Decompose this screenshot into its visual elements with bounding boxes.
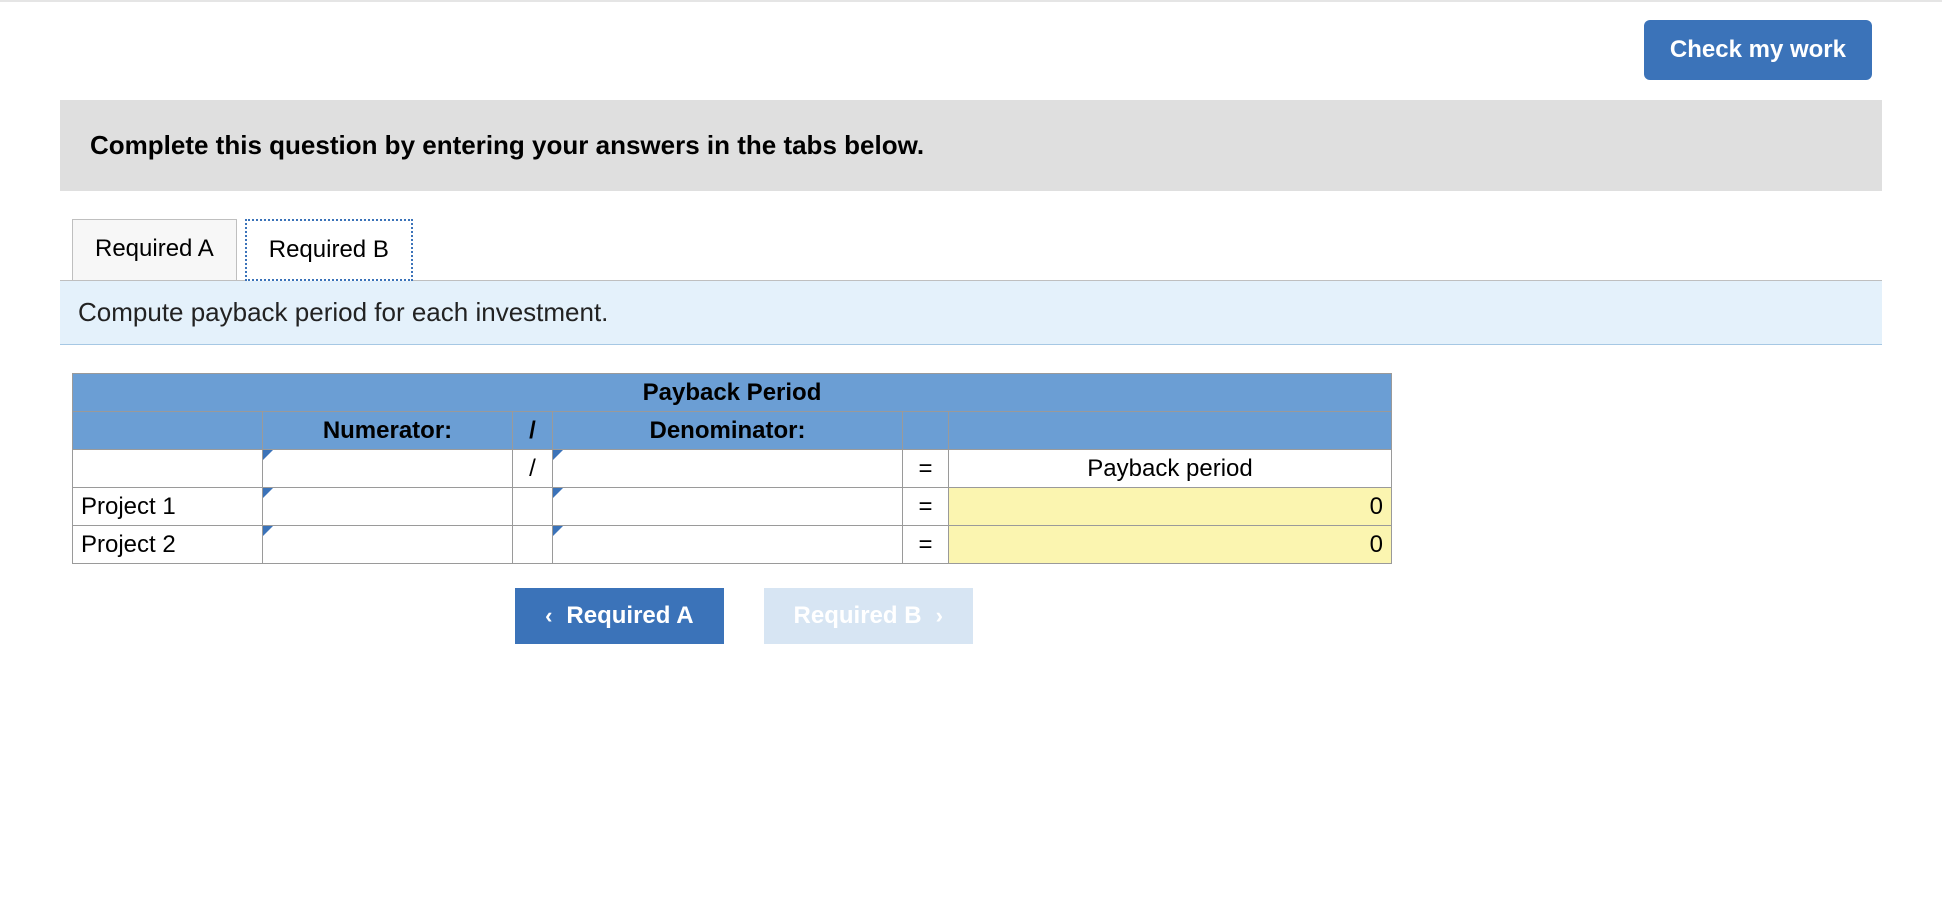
slash-formula: /	[513, 450, 553, 488]
top-toolbar: Check my work	[0, 20, 1942, 80]
chevron-right-icon: ›	[936, 603, 943, 629]
input-denominator-project2[interactable]	[553, 526, 903, 564]
prev-label: Required A	[566, 602, 693, 630]
content-area: Complete this question by entering your …	[0, 100, 1942, 644]
equals-project1: =	[903, 488, 949, 526]
prev-required-a-button[interactable]: ‹ Required A	[515, 588, 723, 644]
tab-required-a[interactable]: Required A	[72, 219, 237, 281]
nav-buttons: ‹ Required A Required B ›	[84, 588, 1404, 644]
slash-project1	[513, 488, 553, 526]
table-title: Payback Period	[73, 374, 1392, 412]
question-page: Check my work Complete this question by …	[0, 0, 1942, 644]
equals-formula: =	[903, 450, 949, 488]
check-my-work-button[interactable]: Check my work	[1644, 20, 1872, 80]
result-project2: 0	[949, 526, 1392, 564]
input-numerator-project1[interactable]	[263, 488, 513, 526]
result-label: Payback period	[949, 450, 1392, 488]
tab-required-b[interactable]: Required B	[245, 219, 413, 281]
instruction-text: Complete this question by entering your …	[60, 100, 1882, 191]
row-formula-label	[73, 450, 263, 488]
header-blank-result	[949, 412, 1392, 450]
chevron-left-icon: ‹	[545, 603, 552, 629]
payback-table: Payback Period Numerator: / Denominator:…	[72, 373, 1392, 564]
input-numerator-formula[interactable]	[263, 450, 513, 488]
result-project1: 0	[949, 488, 1392, 526]
header-blank-eq	[903, 412, 949, 450]
input-denominator-project1[interactable]	[553, 488, 903, 526]
input-denominator-formula[interactable]	[553, 450, 903, 488]
row-label-project1: Project 1	[73, 488, 263, 526]
slash-project2	[513, 526, 553, 564]
equals-project2: =	[903, 526, 949, 564]
header-numerator: Numerator:	[263, 412, 513, 450]
next-label: Required B	[794, 602, 922, 630]
header-slash: /	[513, 412, 553, 450]
header-blank	[73, 412, 263, 450]
tab-strip: Required A Required B	[60, 219, 1882, 281]
input-numerator-project2[interactable]	[263, 526, 513, 564]
header-denominator: Denominator:	[553, 412, 903, 450]
next-required-b-button[interactable]: Required B ›	[764, 588, 973, 644]
row-label-project2: Project 2	[73, 526, 263, 564]
table-container: Payback Period Numerator: / Denominator:…	[60, 345, 1882, 644]
panel-heading: Compute payback period for each investme…	[60, 281, 1882, 345]
